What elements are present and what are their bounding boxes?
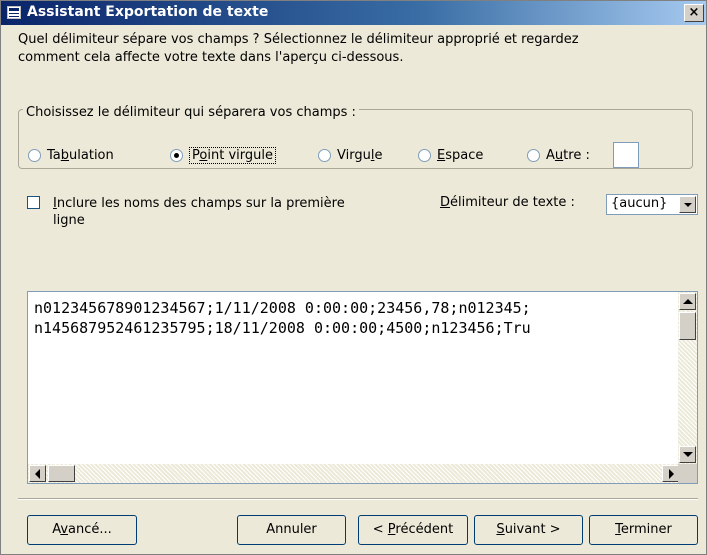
previous-button[interactable]: < Précédent: [358, 515, 468, 545]
delimiter-group-legend: Choisissez le délimiteur qui séparera vo…: [23, 105, 359, 120]
preview-line: n012345678901234567;1/11/2008 0:00:00;23…: [34, 299, 531, 317]
instructions-line-1: Quel délimiteur sépare vos champs ? Séle…: [18, 32, 579, 47]
horizontal-scroll-thumb[interactable]: [48, 465, 75, 482]
text-qualifier-value: {aucun}: [611, 196, 668, 211]
radio-circle[interactable]: [28, 148, 41, 162]
scroll-down-icon[interactable]: [679, 446, 696, 463]
form-icon: [7, 6, 21, 19]
scroll-right-icon[interactable]: [662, 465, 679, 482]
radio-tabulation-label: Tabulation: [47, 147, 114, 163]
advanced-button[interactable]: Avancé...: [27, 515, 137, 545]
vertical-scroll-thumb[interactable]: [679, 312, 696, 340]
dropdown-arrow-icon[interactable]: [679, 196, 696, 213]
export-text-wizard-dialog: Assistant Exportation de texte × Quel dé…: [0, 0, 707, 555]
radio-autre[interactable]: Autre :: [527, 145, 590, 165]
radio-point-virgule[interactable]: Point virgule: [170, 145, 276, 165]
title-bar[interactable]: Assistant Exportation de texte ×: [1, 1, 706, 25]
radio-circle-selected[interactable]: [170, 148, 183, 162]
separator: [18, 498, 698, 500]
window-title: Assistant Exportation de texte: [27, 4, 269, 20]
next-button[interactable]: Suivant >: [474, 515, 583, 545]
radio-point-virgule-label: Point virgule: [189, 146, 276, 164]
radio-espace-label: Espace: [437, 147, 484, 163]
radio-virgule[interactable]: Virgule: [318, 145, 382, 165]
radio-espace[interactable]: Espace: [418, 145, 483, 165]
include-field-names-label: Inclure les noms des champs sur la premi…: [53, 196, 345, 228]
radio-circle[interactable]: [318, 148, 331, 162]
preview-line: n145687952461235795;18/11/2008 0:00:00;4…: [34, 319, 531, 337]
radio-circle[interactable]: [418, 148, 431, 162]
radio-circle[interactable]: [527, 148, 540, 162]
scrollbar-corner: [678, 464, 697, 483]
close-button[interactable]: ×: [684, 4, 704, 22]
scroll-left-icon[interactable]: [29, 465, 46, 482]
horizontal-scrollbar[interactable]: [28, 464, 680, 483]
preview-pane[interactable]: n012345678901234567;1/11/2008 0:00:00;23…: [27, 291, 698, 484]
instructions: Quel délimiteur sépare vos champs ? Séle…: [18, 31, 678, 67]
scroll-up-icon[interactable]: [679, 293, 696, 310]
preview-text: n012345678901234567;1/11/2008 0:00:00;23…: [34, 298, 531, 338]
cancel-button[interactable]: Annuler: [237, 515, 346, 545]
radio-tabulation[interactable]: Tabulation: [28, 145, 114, 165]
autre-delimiter-input[interactable]: [613, 142, 639, 168]
vertical-scrollbar[interactable]: [678, 292, 697, 464]
text-qualifier-select[interactable]: {aucun}: [606, 194, 698, 215]
radio-autre-label: Autre :: [546, 147, 590, 163]
include-field-names-checkbox[interactable]: [27, 196, 40, 209]
finish-button[interactable]: Terminer: [589, 515, 698, 545]
instructions-line-2: comment cela affecte votre texte dans l'…: [18, 50, 404, 65]
radio-virgule-label: Virgule: [337, 147, 383, 163]
text-qualifier-label: Délimiteur de texte :: [440, 195, 575, 210]
